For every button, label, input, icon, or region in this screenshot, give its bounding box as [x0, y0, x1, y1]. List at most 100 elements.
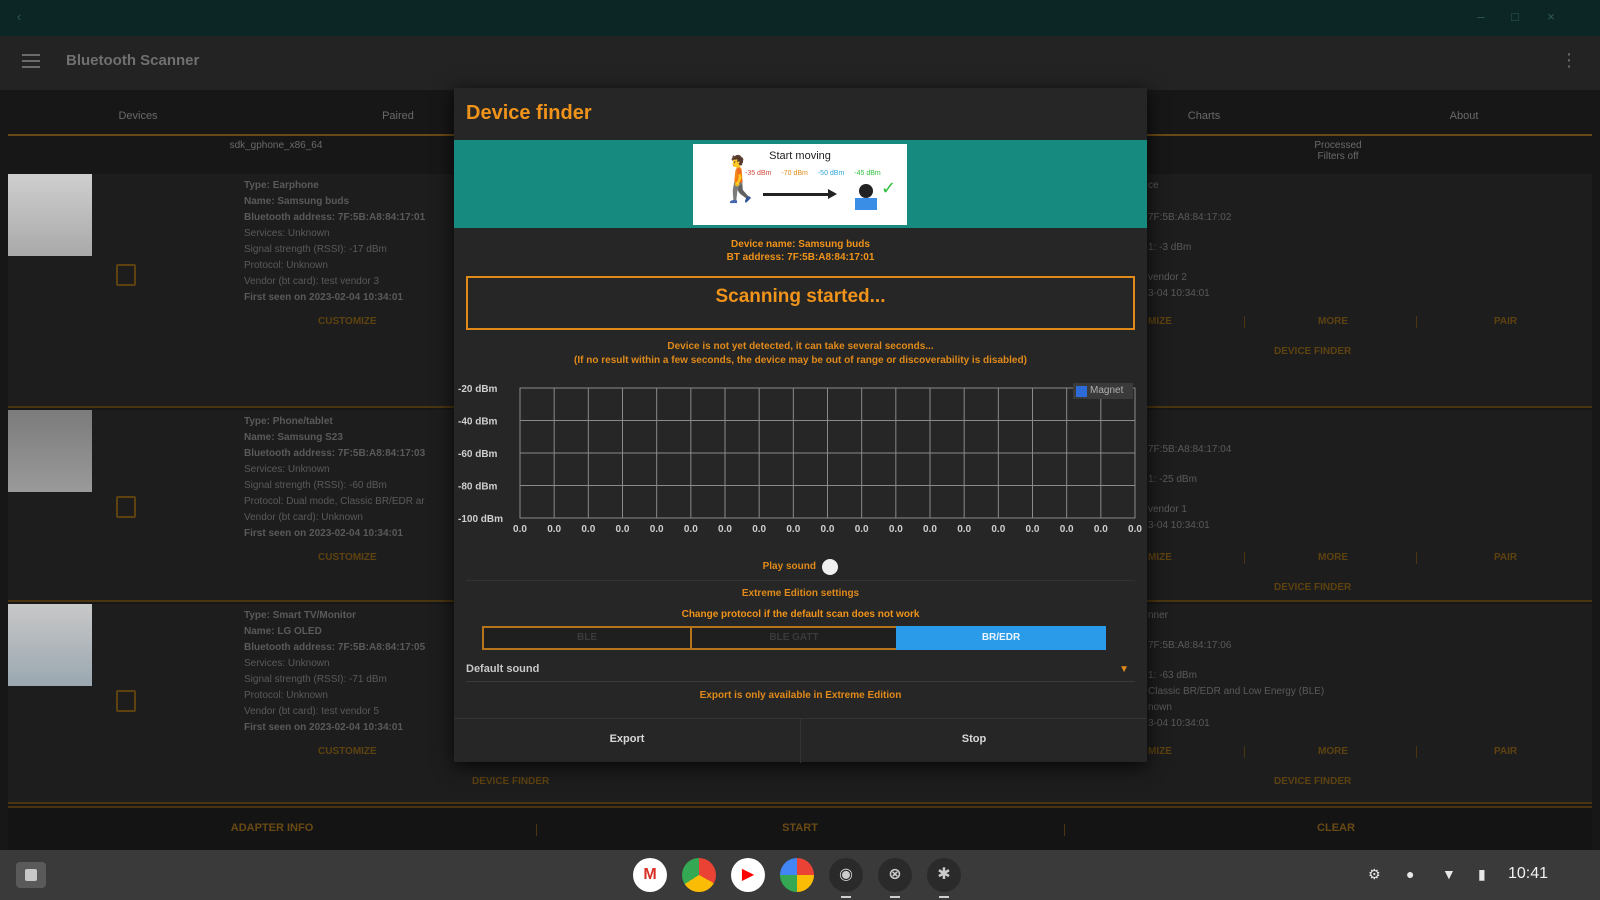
customize-button[interactable]: CUSTOMIZE: [318, 552, 377, 563]
pair-button[interactable]: PAIR: [1494, 746, 1517, 757]
device-vendor: Vendor (bt card): test vendor 3: [244, 276, 380, 287]
photos-icon[interactable]: [780, 858, 814, 892]
chrome-icon[interactable]: [682, 858, 716, 892]
close-icon[interactable]: ×: [1544, 10, 1558, 24]
back-icon[interactable]: ‹: [12, 10, 26, 24]
right-line: 7F:5B:A8:84:17:06: [1148, 640, 1232, 651]
more-button[interactable]: MORE: [1318, 316, 1348, 327]
instruction-card: Start moving 🚶 -35 dBm -70 dBm -50 dBm -…: [693, 144, 907, 225]
filters-text: Filters off: [1317, 151, 1359, 162]
x-tick-label: 0.0: [923, 524, 937, 535]
youtube-icon[interactable]: ▶: [731, 858, 765, 892]
device-vendor: Vendor (bt card): test vendor 5: [244, 706, 380, 717]
customize-button-partial[interactable]: MIZE: [1148, 316, 1172, 327]
device-finder-dialog: Device finder Start moving 🚶 -35 dBm -70…: [454, 88, 1147, 763]
customize-button-partial[interactable]: MIZE: [1148, 746, 1172, 757]
minimize-icon[interactable]: –: [1474, 10, 1488, 24]
x-tick-label: 0.0: [752, 524, 766, 535]
app-bar: Bluetooth Scanner ⋮: [0, 36, 1600, 90]
menu-icon[interactable]: [22, 54, 40, 68]
device-rssi: Signal strength (RSSI): -60 dBm: [244, 480, 387, 491]
battery-icon[interactable]: ▮: [1478, 866, 1486, 883]
clear-button[interactable]: CLEAR: [1236, 822, 1436, 834]
right-line: 3-04 10:34:01: [1148, 718, 1210, 729]
adapter-name: sdk_gphone_x86_64: [229, 140, 323, 151]
copy-icon[interactable]: [116, 496, 136, 518]
bluetooth-scanner-app-icon[interactable]: ✱: [927, 858, 961, 898]
toggle-knob[interactable]: [822, 558, 839, 575]
device-rssi: Signal strength (RSSI): -71 dBm: [244, 674, 387, 685]
x-tick-label: 0.0: [1094, 524, 1108, 535]
app-icon[interactable]: ◉: [829, 858, 863, 898]
x-tick-label: 0.0: [821, 524, 835, 535]
tab-devices[interactable]: Devices: [38, 110, 238, 122]
device-finder-button[interactable]: DEVICE FINDER: [1274, 582, 1351, 593]
right-line: nown: [1148, 702, 1172, 713]
maximize-icon[interactable]: □: [1508, 10, 1522, 24]
checkmark-icon: ✓: [881, 178, 897, 198]
customize-button-partial[interactable]: MIZE: [1148, 552, 1172, 563]
device-info-right: 7F:5B:A8:84:17:04 1: -25 dBm vendor 1 3-…: [1148, 414, 1231, 534]
protocol-ble-gatt[interactable]: BLE GATT: [690, 626, 898, 650]
wifi-icon[interactable]: ▼: [1442, 866, 1456, 882]
overflow-menu-icon[interactable]: ⋮: [1560, 50, 1578, 71]
x-tick-label: 0.0: [616, 524, 630, 535]
pair-button[interactable]: PAIR: [1494, 316, 1517, 327]
launcher-icon[interactable]: [16, 862, 46, 888]
window-titlebar: ‹ – □ ×: [0, 0, 1600, 36]
protocol-ble[interactable]: BLE: [482, 626, 692, 650]
customize-button[interactable]: CUSTOMIZE: [318, 316, 377, 327]
device-info-right: nner 7F:5B:A8:84:17:06 1: -63 dBm Classi…: [1148, 608, 1324, 732]
x-tick-label: 0.0: [1060, 524, 1074, 535]
status-box: Scanning started...: [466, 276, 1135, 330]
note-line-1: Device is not yet detected, it can take …: [667, 341, 934, 352]
device-address: Bluetooth address: 7F:5B:A8:84:17:03: [244, 448, 426, 459]
device-finder-button[interactable]: DEVICE FINDER: [472, 776, 549, 787]
x-tick-label: 0.0: [547, 524, 561, 535]
right-line: 1: -25 dBm: [1148, 474, 1197, 485]
stop-button[interactable]: Stop: [801, 733, 1147, 745]
settings-icon[interactable]: ⚙: [1368, 866, 1381, 883]
sound-select[interactable]: Default sound ▼: [466, 660, 1135, 682]
phone-image: [8, 410, 92, 492]
gmail-icon[interactable]: M: [633, 858, 667, 892]
copy-icon[interactable]: [116, 264, 136, 286]
finder-bt-address: BT address: 7F:5B:A8:84:17:01: [726, 252, 875, 263]
signal-chart: -20 dBm -40 dBm -60 dBm -80 dBm -100 dBm 0.0 0…: [454, 376, 1147, 564]
tab-about[interactable]: About: [1364, 110, 1564, 122]
y-tick-label: -40 dBm: [458, 417, 498, 428]
signal-chart-svg: -20 dBm -40 dBm -60 dBm -80 dBm -100 dBm 0.0 0…: [458, 384, 1142, 535]
legend-label: Magnet: [1090, 385, 1124, 396]
copy-icon[interactable]: [116, 690, 136, 712]
device-finder-button[interactable]: DEVICE FINDER: [1274, 346, 1351, 357]
system-shelf: M ▶ ◉ ⊗ ✱ ⚙ ● ▼ ▮ 10:41: [0, 850, 1600, 900]
info-icon[interactable]: ●: [1406, 866, 1414, 882]
device-first-seen: First seen on 2023-02-04 10:34:01: [244, 292, 403, 303]
divider: [1244, 746, 1245, 758]
status-text: Scanning started...: [715, 286, 886, 307]
more-button[interactable]: MORE: [1318, 746, 1348, 757]
device-services: Services: Unknown: [244, 464, 330, 475]
dropdown-arrow-icon[interactable]: ▼: [1119, 664, 1129, 675]
x-tick-label: 0.0: [684, 524, 698, 535]
customize-button[interactable]: CUSTOMIZE: [318, 746, 377, 757]
pair-button[interactable]: PAIR: [1494, 552, 1517, 563]
divider: [1244, 316, 1245, 328]
export-button[interactable]: Export: [454, 733, 800, 745]
device-name: Name: LG OLED: [244, 626, 322, 637]
app-icon[interactable]: ⊗: [878, 858, 912, 898]
right-line: 3-04 10:34:01: [1148, 288, 1210, 299]
adapter-info-button[interactable]: ADAPTER INFO: [172, 822, 372, 834]
divider: [1244, 552, 1245, 564]
start-button[interactable]: START: [700, 822, 900, 834]
x-tick-label: 0.0: [786, 524, 800, 535]
device-name: Name: Samsung buds: [244, 196, 350, 207]
divider: [1064, 824, 1065, 836]
divider: [536, 824, 537, 836]
device-finder-button[interactable]: DEVICE FINDER: [1274, 776, 1351, 787]
right-line: 3-04 10:34:01: [1148, 520, 1210, 531]
protocol-br-edr[interactable]: BR/EDR: [896, 626, 1106, 650]
more-button[interactable]: MORE: [1318, 552, 1348, 563]
play-sound-toggle[interactable]: Play sound: [454, 558, 1147, 576]
clock[interactable]: 10:41: [1508, 865, 1548, 883]
